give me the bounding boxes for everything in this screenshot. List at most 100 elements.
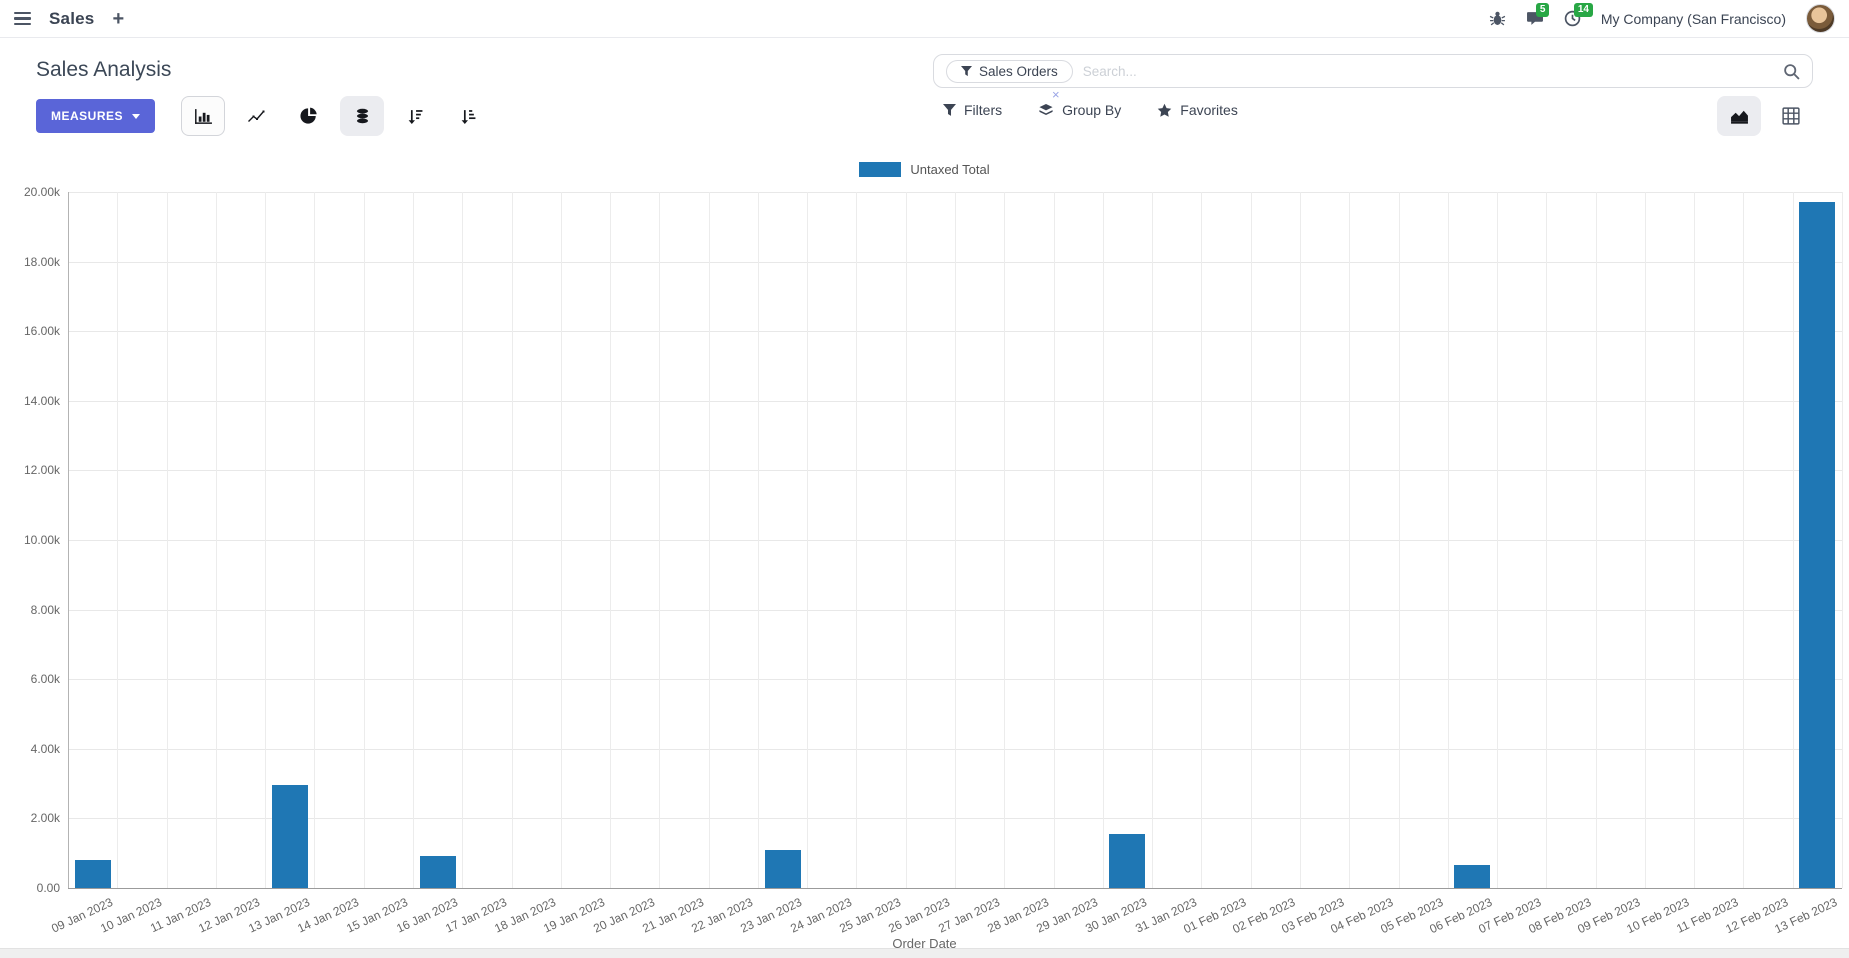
bar[interactable] (271, 785, 308, 888)
favorites-button[interactable]: Favorites (1157, 102, 1238, 118)
gridline (117, 192, 119, 888)
gridline (1349, 192, 1351, 888)
x-axis-line (68, 888, 1842, 889)
bar[interactable] (419, 855, 456, 888)
chart-type-switcher (181, 96, 490, 136)
y-tick-label: 8.00k (30, 602, 60, 617)
bar[interactable] (1109, 834, 1146, 888)
caret-down-icon (132, 113, 141, 119)
chart-legend[interactable]: Untaxed Total (0, 162, 1849, 177)
gridline (1497, 192, 1499, 888)
search-input[interactable]: Search... (1083, 64, 1783, 79)
y-tick-label: 6.00k (30, 672, 60, 687)
bar[interactable] (1799, 202, 1836, 888)
gridline (1152, 192, 1154, 888)
y-tick-label: 14.00k (23, 393, 60, 408)
gridline (1743, 192, 1745, 888)
facet-label: Sales Orders (979, 63, 1058, 79)
gridline (1053, 192, 1055, 888)
pivot-icon (1782, 107, 1800, 125)
bar[interactable] (764, 850, 801, 888)
y-tick-label: 12.00k (23, 463, 60, 478)
gridline (807, 192, 809, 888)
search-bar[interactable]: Sales Orders Search... × (933, 54, 1813, 101)
clock-icon[interactable]: 14 (1564, 3, 1593, 27)
group-by-button[interactable]: Group By (1038, 102, 1121, 118)
pie-chart-button[interactable] (287, 96, 331, 136)
gridline (1694, 192, 1696, 888)
gridline (610, 192, 612, 888)
filter-icon (943, 103, 956, 116)
plus-icon[interactable]: + (112, 9, 124, 29)
layers-icon (1039, 103, 1053, 115)
y-tick-label: 4.00k (30, 741, 60, 756)
bug-icon[interactable] (1489, 10, 1506, 27)
sort-asc-icon (461, 109, 476, 124)
gridline (1004, 192, 1006, 888)
gridline (1250, 192, 1252, 888)
messages-icon[interactable]: 5 (1526, 3, 1550, 27)
gridline (363, 192, 365, 888)
legend-swatch (859, 162, 902, 177)
search-options: Filters Group By Favorites (943, 102, 1238, 118)
gridline (1546, 192, 1548, 888)
gridline (265, 192, 267, 888)
gridline (511, 192, 513, 888)
sales-analysis-chart: Untaxed Total 0.00 2.00k 4.00k 6.00k 8.00k 10… (0, 138, 1849, 958)
pivot-view-button[interactable] (1769, 96, 1813, 136)
y-tick-label: 0.00 (36, 881, 60, 895)
gridline (314, 192, 316, 888)
activities-badge: 14 (1573, 3, 1593, 17)
line-chart-button[interactable] (234, 96, 278, 136)
gridline (1201, 192, 1203, 888)
y-tick-label: 10.00k (23, 533, 60, 547)
sort-ascending-button[interactable] (446, 96, 490, 136)
y-tick-label: 16.00k (23, 324, 60, 339)
menu-icon[interactable] (14, 11, 31, 26)
messages-badge: 5 (1535, 3, 1550, 17)
control-panel-top: Sales Analysis Sales Orders Search... × (0, 38, 1849, 101)
gridline (1447, 192, 1449, 888)
bar-chart-button[interactable] (181, 96, 226, 136)
y-axis-line (68, 192, 69, 888)
company-switcher[interactable]: My Company (San Francisco) (1601, 11, 1786, 27)
gridline (1299, 192, 1301, 888)
gridline (462, 192, 464, 888)
legend-label: Untaxed Total (910, 162, 990, 177)
gridline (1595, 192, 1597, 888)
gridline (856, 192, 858, 888)
sort-desc-icon (408, 109, 423, 124)
gridline (166, 192, 168, 888)
view-switcher (1717, 96, 1813, 136)
gridline (1398, 192, 1400, 888)
gridline (905, 192, 907, 888)
y-tick-label: 18.00k (23, 254, 60, 269)
y-tick-label: 2.00k (30, 811, 60, 826)
bar[interactable] (74, 860, 111, 888)
app-menu-sales[interactable]: Sales (49, 9, 94, 29)
page-title: Sales Analysis (36, 58, 172, 81)
bar-chart-icon (194, 108, 212, 124)
search-facet-sales-orders[interactable]: Sales Orders (946, 59, 1073, 83)
search-icon[interactable] (1783, 63, 1800, 80)
measures-button[interactable]: MEASURES (36, 99, 156, 133)
bar[interactable] (1454, 865, 1491, 888)
gridline (560, 192, 562, 888)
area-chart-icon (1730, 110, 1748, 124)
filters-button[interactable]: Filters (943, 102, 1002, 118)
stacked-toggle-button[interactable] (340, 96, 385, 136)
stacked-icon (356, 108, 368, 124)
sort-descending-button[interactable] (393, 96, 437, 136)
gridline (1644, 192, 1646, 888)
gridline (1102, 192, 1104, 888)
gridline (757, 192, 759, 888)
bottom-strip (0, 948, 1849, 958)
y-tick-label: 20.00k (23, 185, 60, 199)
gridline (955, 192, 956, 888)
gridline (659, 192, 661, 888)
gridline (1842, 192, 1843, 888)
graph-view-button[interactable] (1717, 96, 1761, 136)
avatar[interactable] (1806, 4, 1835, 33)
line-chart-icon (247, 110, 265, 122)
gridline (1792, 192, 1794, 888)
